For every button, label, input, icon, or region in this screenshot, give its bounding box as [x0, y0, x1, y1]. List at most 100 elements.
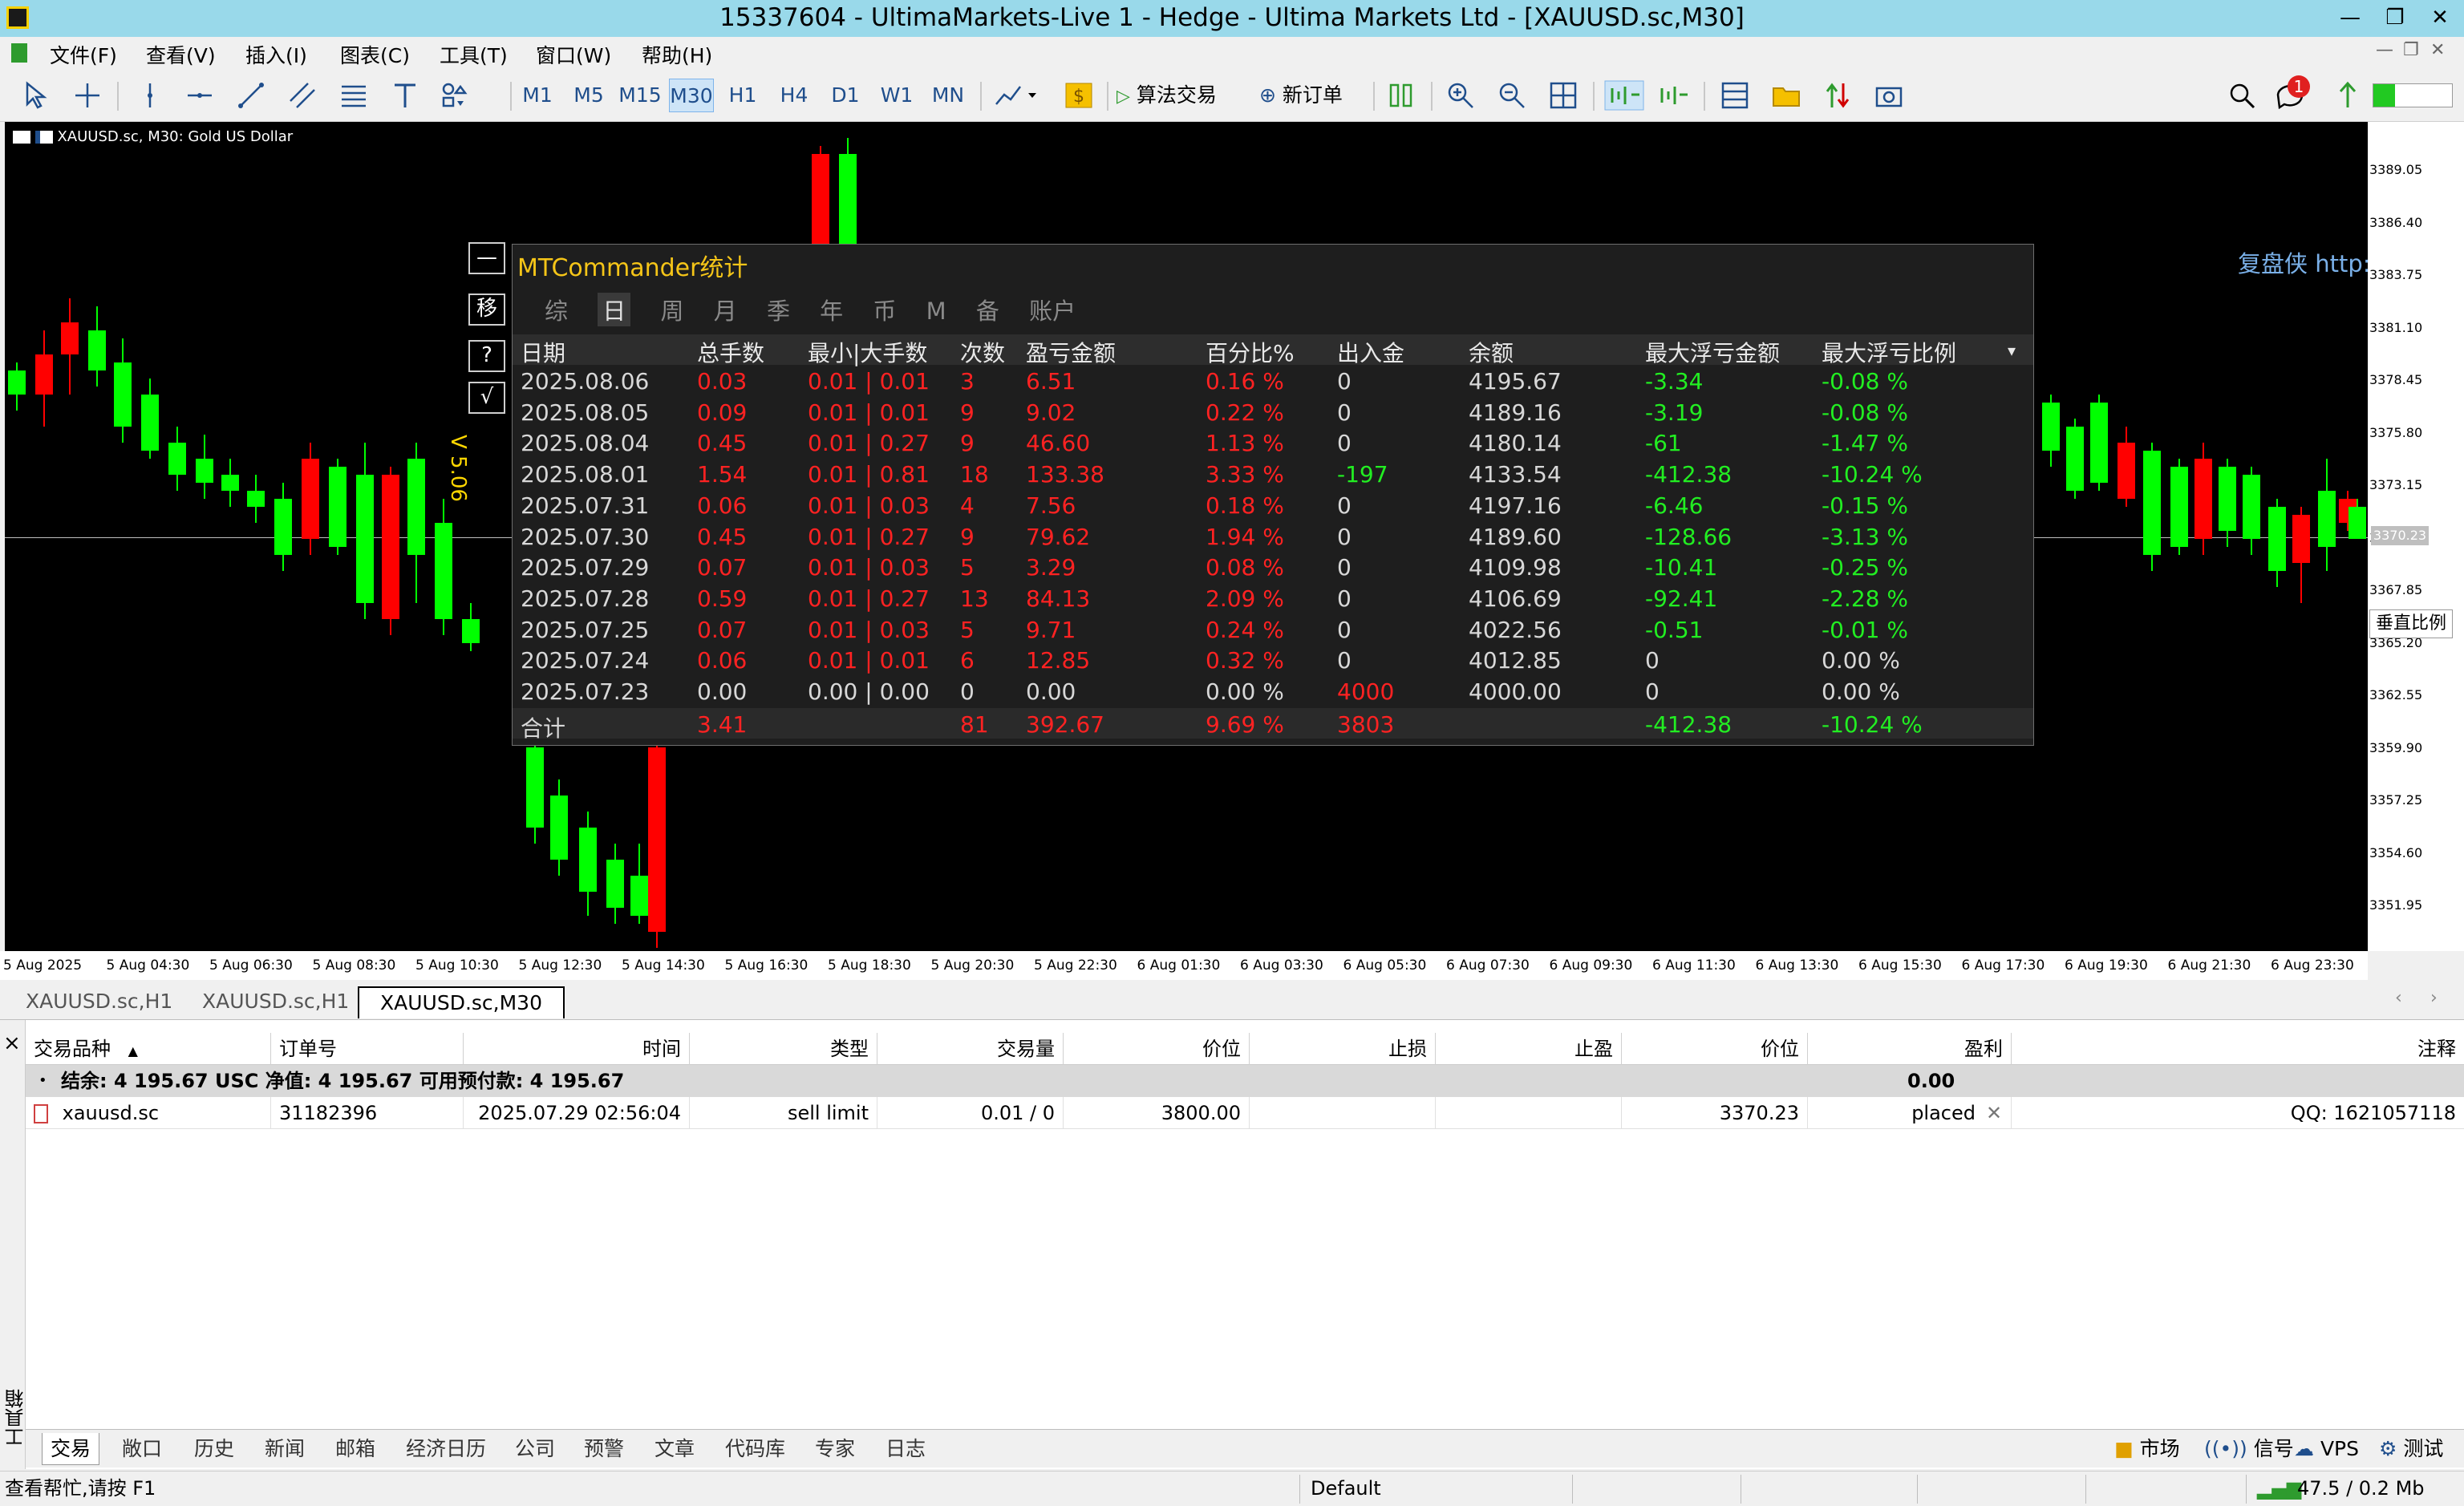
tab-mailbox[interactable]: 邮箱	[335, 1433, 375, 1465]
tab-scroll-right-icon[interactable]: ›	[2430, 988, 2438, 1008]
timeframe-m5[interactable]: M5	[566, 79, 611, 112]
shapes-icon[interactable]	[440, 80, 470, 111]
menu-charts[interactable]: 图表(C)	[340, 40, 410, 69]
mtc-tab-backup[interactable]: 备	[976, 293, 999, 326]
mtc-confirm-button[interactable]: √	[468, 382, 505, 414]
chart-tab-3[interactable]: XAUUSD.sc,M30	[358, 986, 565, 1018]
close-button[interactable]: ✕	[2417, 0, 2462, 37]
tab-experts[interactable]: 专家	[815, 1433, 855, 1465]
cursor-icon[interactable]	[21, 80, 51, 111]
menu-tools[interactable]: 工具(T)	[440, 40, 508, 69]
th-comment[interactable]: 注释	[2012, 1033, 2464, 1065]
tab-signals[interactable]: ((•)) 信号	[2204, 1433, 2294, 1465]
tab-history[interactable]: 历史	[194, 1433, 234, 1465]
vertical-scale-button[interactable]: 垂直比例	[2369, 609, 2453, 638]
algo-trading-button[interactable]: ▷ 算法交易	[1116, 79, 1240, 112]
new-order-button[interactable]: ⊕ 新订单	[1259, 79, 1364, 112]
horizontal-line-icon[interactable]	[184, 80, 215, 111]
tab-journal[interactable]: 日志	[886, 1433, 926, 1465]
order-tp[interactable]	[1436, 1097, 1622, 1129]
tab-codebase[interactable]: 代码库	[725, 1433, 785, 1465]
search-icon[interactable]	[2227, 80, 2257, 111]
tab-articles[interactable]: 文章	[654, 1433, 695, 1465]
dollar-icon[interactable]: $	[1064, 80, 1094, 111]
col-deposit-withdraw[interactable]: 出入金	[1337, 336, 1404, 368]
minimize-button[interactable]: —	[2328, 0, 2373, 37]
timeframe-m15[interactable]: M15	[618, 79, 663, 112]
timeframe-m30[interactable]: M30	[669, 79, 714, 112]
th-price[interactable]: 价位	[1064, 1033, 1250, 1065]
data-window-icon[interactable]	[1822, 80, 1853, 111]
mtc-tab-quarter[interactable]: 季	[767, 293, 790, 326]
th-time[interactable]: 时间	[464, 1033, 690, 1065]
depth-of-market-icon[interactable]	[1386, 80, 1416, 111]
tab-tester[interactable]: ⚙ 测试	[2379, 1433, 2443, 1465]
th-volume[interactable]: 交易量	[877, 1033, 1064, 1065]
screenshot-icon[interactable]	[1874, 80, 1904, 111]
timeframe-d1[interactable]: D1	[823, 79, 868, 112]
mtc-tab-week[interactable]: 周	[660, 293, 683, 326]
mdi-close-button[interactable]: ✕	[2430, 40, 2445, 60]
th-profit[interactable]: 盈利	[1808, 1033, 2012, 1065]
th-ticket[interactable]: 订单号	[271, 1033, 464, 1065]
mdi-restore-button[interactable]: ❐	[2403, 40, 2419, 60]
th-sl[interactable]: 止损	[1250, 1033, 1436, 1065]
timeframe-h4[interactable]: H4	[772, 79, 817, 112]
col-balance[interactable]: 余额	[1469, 336, 1514, 368]
menu-view[interactable]: 查看(V)	[146, 40, 216, 69]
timeframe-h1[interactable]: H1	[720, 79, 765, 112]
tab-news[interactable]: 新闻	[265, 1433, 305, 1465]
mtc-tab-summary[interactable]: 综	[545, 293, 568, 326]
mtc-tab-account[interactable]: 账户	[1029, 293, 1076, 326]
chart-shift-icon[interactable]	[1656, 80, 1691, 111]
th-symbol[interactable]: 交易品种 ▲	[26, 1033, 271, 1065]
mtc-tab-month[interactable]: 月	[714, 293, 737, 326]
col-count[interactable]: 次数	[960, 336, 1005, 368]
order-sl[interactable]	[1250, 1097, 1436, 1129]
crosshair-icon[interactable]	[72, 80, 103, 111]
sort-indicator-icon[interactable]: ▾	[2008, 341, 2016, 360]
menu-file[interactable]: 文件(F)	[50, 40, 117, 69]
zoom-out-icon[interactable]	[1497, 80, 1527, 111]
autoscroll-icon[interactable]	[1604, 80, 1644, 111]
tab-vps[interactable]: ☁ VPS	[2294, 1433, 2359, 1465]
mtc-help-button[interactable]: ?	[468, 340, 505, 372]
fibonacci-icon[interactable]	[338, 80, 369, 111]
indicators-icon[interactable]	[993, 80, 1041, 111]
navigator-icon[interactable]	[1771, 80, 1801, 111]
channel-icon[interactable]	[287, 80, 318, 111]
timeframe-m1[interactable]: M1	[515, 79, 560, 112]
col-min-max-lots[interactable]: 最小|大手数	[808, 336, 927, 368]
tile-windows-icon[interactable]	[1548, 80, 1578, 111]
zoom-in-icon[interactable]	[1445, 80, 1476, 111]
text-icon[interactable]	[390, 80, 420, 111]
col-max-floating-loss[interactable]: 最大浮亏金额	[1645, 336, 1780, 368]
mtc-tab-day[interactable]: 日	[598, 293, 631, 326]
th-type[interactable]: 类型	[690, 1033, 877, 1065]
mdi-minimize-button[interactable]: —	[2376, 40, 2393, 60]
menu-help[interactable]: 帮助(H)	[642, 40, 712, 69]
col-profit[interactable]: 盈亏金额	[1026, 336, 1116, 368]
timeframe-mn[interactable]: MN	[926, 79, 971, 112]
vertical-line-icon[interactable]	[135, 80, 165, 111]
timeframe-w1[interactable]: W1	[874, 79, 919, 112]
order-row[interactable]: xauusd.sc 31182396 2025.07.29 02:56:04 s…	[26, 1097, 2464, 1129]
col-total-lots[interactable]: 总手数	[697, 336, 764, 368]
tab-exposure[interactable]: 敞口	[122, 1433, 162, 1465]
tab-alerts[interactable]: 预警	[584, 1433, 624, 1465]
tab-trade[interactable]: 交易	[42, 1433, 100, 1465]
chart-tab-1[interactable]: XAUUSD.sc,H1	[5, 986, 193, 1018]
tab-scroll-left-icon[interactable]: ‹	[2395, 988, 2402, 1008]
col-date[interactable]: 日期	[521, 336, 565, 368]
col-percent[interactable]: 百分比%	[1206, 336, 1295, 368]
trendline-icon[interactable]	[236, 80, 266, 111]
tab-calendar[interactable]: 经济日历	[406, 1433, 486, 1465]
mtc-move-button[interactable]: 移	[468, 294, 505, 326]
mtc-minimize-button[interactable]: —	[468, 242, 505, 274]
terminal-close-button[interactable]: ×	[3, 1031, 21, 1055]
col-max-floating-loss-pct[interactable]: 最大浮亏比例	[1822, 336, 1956, 368]
tab-market[interactable]: ■ 市场	[2114, 1433, 2180, 1465]
tab-company[interactable]: 公司	[515, 1433, 555, 1465]
mtc-tab-year[interactable]: 年	[820, 293, 843, 326]
chart-tab-2[interactable]: XAUUSD.sc,H1	[181, 986, 370, 1018]
